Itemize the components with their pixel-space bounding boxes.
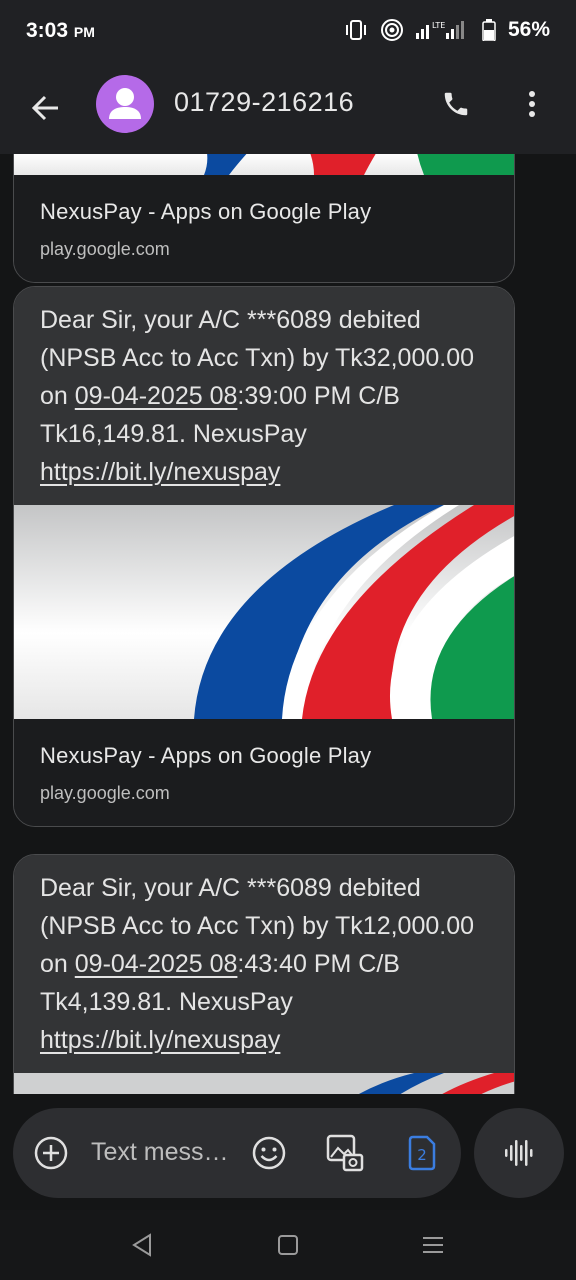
avatar-icon (109, 88, 141, 119)
preview-title: NexusPay - Apps on Google Play (40, 199, 372, 224)
call-button[interactable] (434, 82, 478, 126)
contact-number: 01729-216216 (174, 87, 355, 117)
preview-image (14, 1073, 514, 1094)
conversation-list[interactable]: NexusPay - Apps on Google Play play.goog… (0, 154, 576, 1094)
link-preview-card[interactable]: NexusPay - Apps on Google Play play.goog… (13, 154, 515, 283)
more-vert-icon (529, 91, 535, 117)
battery-icon (482, 19, 496, 41)
date-link[interactable]: 09-04-2025 08 (75, 950, 238, 978)
home-square-icon[interactable] (273, 1230, 303, 1260)
app-bar: 01729-216216 (0, 66, 576, 154)
message-text: Dear Sir, your A/C ***6089 debited (NPSB… (14, 287, 514, 505)
system-nav-bar (0, 1210, 576, 1280)
preview-image (14, 505, 514, 719)
brand-stripes-graphic (204, 154, 514, 175)
vibrate-icon (345, 20, 366, 40)
back-arrow-icon (31, 95, 58, 121)
preview-domain: play.google.com (40, 783, 170, 803)
message-input[interactable]: Text mess… (91, 1138, 231, 1167)
preview-title: NexusPay - Apps on Google Play (40, 743, 372, 768)
sim-number: 2 (417, 1146, 427, 1164)
back-button[interactable] (24, 86, 68, 130)
back-triangle-icon[interactable] (128, 1230, 158, 1260)
phone-icon (444, 92, 468, 116)
sim-selector[interactable]: 2 (407, 1134, 437, 1172)
sim-card-icon: 2 (408, 1135, 436, 1171)
message-bubble[interactable]: Dear Sir, your A/C ***6089 debited (NPSB… (13, 854, 515, 1094)
date-link[interactable]: 09-04-2025 08 (75, 382, 238, 410)
message-text: Dear Sir, your A/C ***6089 debited (NPSB… (14, 855, 514, 1073)
recents-menu-icon[interactable] (418, 1230, 448, 1260)
more-options-button[interactable] (510, 82, 554, 126)
voice-waveform-icon (505, 1140, 533, 1166)
compose-area: Text mess… 2 (0, 1094, 576, 1210)
status-time-ampm: PM (73, 24, 95, 40)
status-time: 3:03 PM (26, 19, 95, 43)
signal-lte-icon: LTE (415, 21, 464, 39)
message-bubble[interactable]: Dear Sir, your A/C ***6089 debited (NPSB… (13, 286, 515, 827)
preview-domain: play.google.com (40, 239, 170, 259)
voice-message-button[interactable] (474, 1108, 564, 1198)
status-icons: LTE 56% (344, 18, 550, 42)
compose-bar: Text mess… 2 (13, 1108, 461, 1198)
message-url-link[interactable]: https://bit.ly/nexuspay (40, 1026, 280, 1054)
preview-meta: NexusPay - Apps on Google Play play.goog… (14, 719, 514, 826)
gallery-icon[interactable] (325, 1133, 365, 1173)
svg-text:LTE: LTE (432, 21, 445, 30)
contact-avatar[interactable] (96, 75, 154, 133)
brand-stripes-graphic (14, 505, 514, 719)
status-time-value: 3:03 (26, 19, 69, 42)
preview-image (14, 154, 514, 175)
hotspot-icon (380, 19, 403, 41)
battery-percent: 56% (507, 18, 550, 41)
status-bar: 3:03 PM LTE 56% (0, 0, 576, 66)
add-circle-icon[interactable] (33, 1135, 69, 1171)
preview-meta: NexusPay - Apps on Google Play play.goog… (14, 175, 514, 282)
message-url-link[interactable]: https://bit.ly/nexuspay (40, 458, 280, 486)
brand-stripes-graphic (14, 1073, 514, 1094)
emoji-icon[interactable] (251, 1135, 287, 1171)
